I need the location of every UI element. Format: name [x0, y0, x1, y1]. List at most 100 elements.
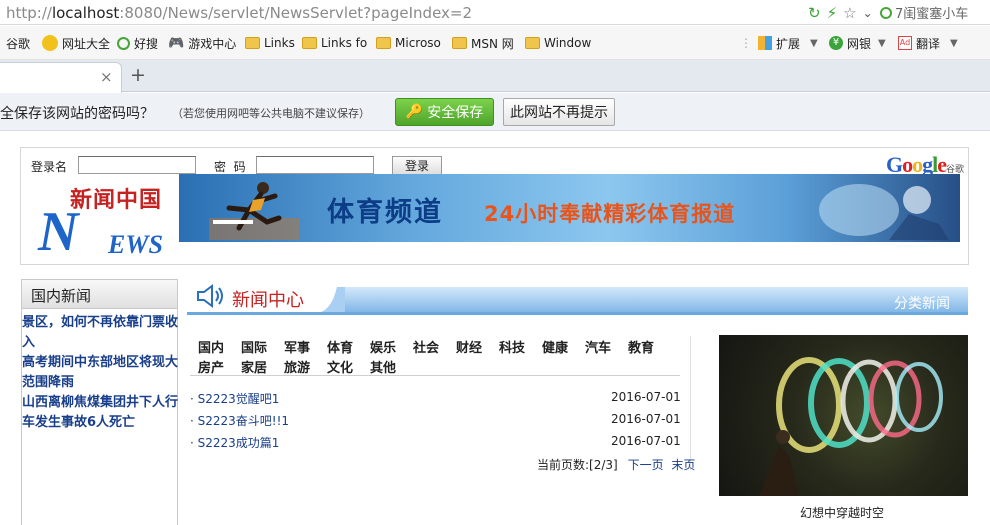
search-icon [117, 36, 130, 50]
refresh-icon[interactable]: ↻ [808, 4, 821, 22]
extensions-button[interactable]: 扩展 ▼ [758, 35, 818, 51]
search-engine-icon [880, 6, 892, 19]
bookmark-google[interactable]: 谷歌 [0, 35, 30, 51]
bookmark-game-center[interactable]: 🎮 游戏中心 [168, 35, 236, 51]
list-item[interactable]: 山西离柳焦煤集团井下人行车发生事故6人死亡 [22, 393, 178, 433]
translate-icon: Ad [898, 36, 912, 50]
category-link[interactable]: 体育 [327, 337, 353, 356]
category-link[interactable]: 汽车 [585, 337, 611, 356]
header-bar-slant [315, 287, 345, 313]
password-save-hint: （若您使用网吧等公共电脑不建议保存） [172, 107, 370, 120]
category-link[interactable]: 国内 [198, 337, 224, 356]
hurdler-image [209, 182, 299, 240]
bookmark-url-directory[interactable]: 网址大全 [42, 35, 110, 51]
search-text: 7闺蜜塞小车 [895, 7, 969, 22]
category-link[interactable]: 家居 [241, 357, 267, 376]
category-link[interactable]: 文化 [327, 357, 353, 376]
category-link[interactable]: 国际 [241, 337, 267, 356]
chevron-down-icon: ▼ [878, 37, 886, 49]
folder-icon [245, 37, 260, 49]
category-link[interactable]: 财经 [456, 337, 482, 356]
list-item[interactable]: 高考期间中东部地区将现大范围降雨 [22, 353, 178, 393]
safe-save-button[interactable]: 🔑 安全保存 [395, 98, 494, 126]
bookmark-label: 游戏中心 [188, 36, 237, 51]
pagination: 当前页数:[2/3] 下一页 末页 [537, 456, 695, 473]
news-date: 2016-07-01 [611, 390, 681, 404]
page-header: 登录名 密 码 登录 Google谷歌 新闻中国 N EWS 体育频道 24小时… [20, 147, 969, 265]
username-label: 登录名 [31, 160, 68, 174]
header-bar [337, 287, 968, 313]
password-input[interactable] [256, 156, 374, 174]
login-form: 登录名 密 码 登录 Google谷歌 [21, 148, 968, 177]
next-page-link[interactable]: 下一页 [628, 458, 664, 472]
news-title-link[interactable]: · S2223觉醒吧1 [190, 390, 279, 407]
bookmark-msn[interactable]: MSN 网 [452, 35, 514, 51]
lightning-icon[interactable]: ⚡ [827, 4, 838, 22]
bookmark-links-fo[interactable]: Links fo [302, 35, 367, 51]
news-date: 2016-07-01 [611, 434, 681, 448]
logo-ews-text: EWS [108, 230, 163, 259]
folder-icon [302, 37, 317, 49]
banner-slogan: 24小时奉献精彩体育报道 [484, 202, 736, 226]
bookmark-label: 好搜 [134, 36, 159, 51]
extensions-label: 扩展 [776, 36, 801, 51]
chevron-down-icon: ▼ [810, 37, 818, 49]
category-link[interactable]: 军事 [284, 337, 310, 356]
category-link[interactable]: 旅游 [284, 357, 310, 376]
password-save-message: 全保存该网站的密码吗？ [0, 106, 154, 122]
sports-banner[interactable]: 体育频道 24小时奉献精彩体育报道 [179, 174, 960, 242]
news-title-link[interactable]: · S2223成功篇1 [190, 434, 279, 451]
category-link[interactable]: 社会 [413, 337, 439, 356]
news-center-header: 新闻中心 分类新闻 [187, 281, 968, 315]
bookmark-microsoft[interactable]: Microso [376, 35, 441, 51]
bookmark-label: 谷歌 [6, 36, 31, 51]
gamepad-icon: 🎮 [168, 35, 185, 51]
feature-photo[interactable] [719, 335, 968, 496]
news-title-link[interactable]: · S2223奋斗吧!!1 [190, 412, 289, 429]
safe-save-label: 安全保存 [427, 105, 484, 121]
address-bar[interactable]: http://localhost:8080/News/servlet/NewsS… [0, 0, 990, 25]
search-box[interactable]: 7闺蜜塞小车 [880, 3, 990, 22]
category-news-label[interactable]: 分类新闻 [894, 293, 950, 313]
category-link[interactable]: 健康 [542, 337, 568, 356]
folder-icon [525, 37, 540, 49]
category-link[interactable]: 其他 [370, 357, 396, 376]
bookmark-label: Window [544, 36, 592, 50]
key-icon: 🔑 [405, 104, 424, 120]
password-save-bar: 全保存该网站的密码吗？ （若您使用网吧等公共电脑不建议保存） 🔑 安全保存 此网… [0, 93, 990, 131]
last-page-link[interactable]: 末页 [671, 458, 695, 472]
bookmark-links[interactable]: Links [245, 35, 295, 51]
address-bar-icons: ↻ ⚡ ☆ ⌄ [808, 3, 873, 22]
login-button[interactable]: 登录 [392, 156, 442, 175]
username-input[interactable] [78, 156, 196, 174]
photo-caption: 幻想中穿越时空 [800, 506, 885, 520]
category-link[interactable]: 房产 [198, 357, 224, 376]
bookmark-windows[interactable]: Window [525, 35, 591, 51]
translate-button[interactable]: Ad 翻译 ▼ [898, 35, 958, 51]
globe-icon [42, 35, 58, 51]
category-link[interactable]: 娱乐 [370, 337, 396, 356]
star-icon[interactable]: ☆ [843, 4, 856, 22]
category-link[interactable]: 教育 [628, 337, 654, 356]
header-underline [187, 312, 968, 315]
password-label: 密 码 [214, 160, 246, 174]
new-tab-button[interactable]: + [130, 64, 146, 86]
bookmark-label: Links fo [321, 36, 368, 50]
list-item[interactable]: 景区，如何不再依靠门票收入 [22, 313, 178, 353]
url-text[interactable]: http://localhost:8080/News/servlet/NewsS… [6, 4, 472, 22]
logo-n-letter: N [38, 201, 79, 263]
never-remind-button[interactable]: 此网站不再提示 [503, 98, 615, 126]
online-bank-label: 网银 [847, 36, 872, 51]
chevron-down-icon: ▼ [950, 37, 958, 49]
chevron-down-icon[interactable]: ⌄ [863, 6, 873, 20]
category-divider [190, 375, 680, 376]
site-logo[interactable]: 新闻中国 N EWS [34, 178, 184, 263]
yen-icon: ¥ [829, 36, 843, 50]
page-indicator: 当前页数:[2/3] [537, 458, 618, 472]
banner-title: 体育频道 [327, 197, 443, 228]
close-icon[interactable]: × [100, 68, 113, 86]
bookmark-haosou[interactable]: 好搜 [117, 35, 158, 51]
online-bank-button[interactable]: ¥ 网银 ▼ [829, 35, 886, 51]
category-link[interactable]: 科技 [499, 337, 525, 356]
bookmark-label: Microso [395, 36, 441, 50]
